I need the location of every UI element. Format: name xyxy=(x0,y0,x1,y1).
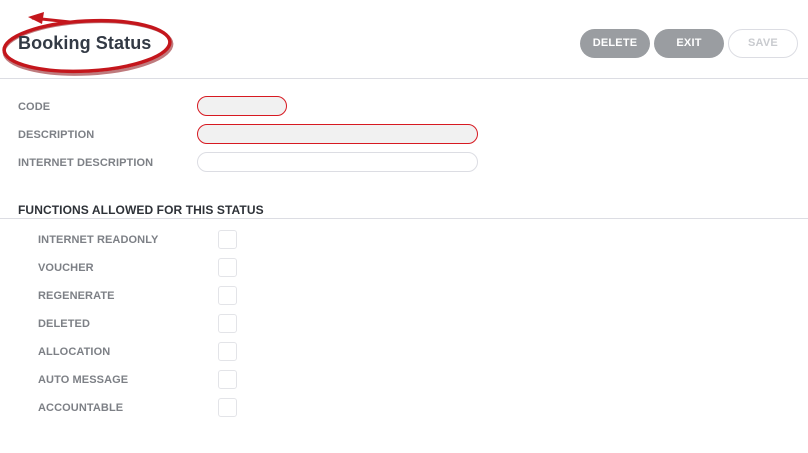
page-title: Booking Status xyxy=(18,33,152,53)
function-row-regenerate: REGENERATE xyxy=(0,286,808,306)
function-label: VOUCHER xyxy=(38,262,94,274)
function-row-deleted: DELETED xyxy=(0,314,808,334)
allocation-checkbox[interactable] xyxy=(218,342,237,361)
code-input[interactable] xyxy=(197,96,287,116)
function-row-auto-message: AUTO MESSAGE xyxy=(0,370,808,390)
internet-description-label: INTERNET DESCRIPTION xyxy=(18,157,154,169)
function-row-internet-readonly: INTERNET READONLY xyxy=(0,230,808,250)
internet-readonly-checkbox[interactable] xyxy=(218,230,237,249)
page-header: Booking Status DELETE EXIT SAVE xyxy=(0,0,808,79)
function-label: ALLOCATION xyxy=(38,346,111,358)
internet-description-input[interactable] xyxy=(197,152,478,172)
function-row-voucher: VOUCHER xyxy=(0,258,808,278)
function-label: ACCOUNTABLE xyxy=(38,402,124,414)
function-label: DELETED xyxy=(38,318,91,330)
save-button[interactable]: SAVE xyxy=(728,29,798,58)
deleted-checkbox[interactable] xyxy=(218,314,237,333)
accountable-checkbox[interactable] xyxy=(218,398,237,417)
function-row-accountable: ACCOUNTABLE xyxy=(0,398,808,418)
function-label: REGENERATE xyxy=(38,290,115,302)
exit-button[interactable]: EXIT xyxy=(654,29,724,58)
functions-section-title: FUNCTIONS ALLOWED FOR THIS STATUS xyxy=(18,203,264,217)
delete-button[interactable]: DELETE xyxy=(580,29,650,58)
code-label: CODE xyxy=(18,101,51,113)
description-label: DESCRIPTION xyxy=(18,129,95,141)
function-label: INTERNET READONLY xyxy=(38,234,159,246)
auto-message-checkbox[interactable] xyxy=(218,370,237,389)
section-divider xyxy=(0,218,808,219)
description-input[interactable] xyxy=(197,124,478,144)
function-row-allocation: ALLOCATION xyxy=(0,342,808,362)
regenerate-checkbox[interactable] xyxy=(218,286,237,305)
function-label: AUTO MESSAGE xyxy=(38,374,129,386)
voucher-checkbox[interactable] xyxy=(218,258,237,277)
